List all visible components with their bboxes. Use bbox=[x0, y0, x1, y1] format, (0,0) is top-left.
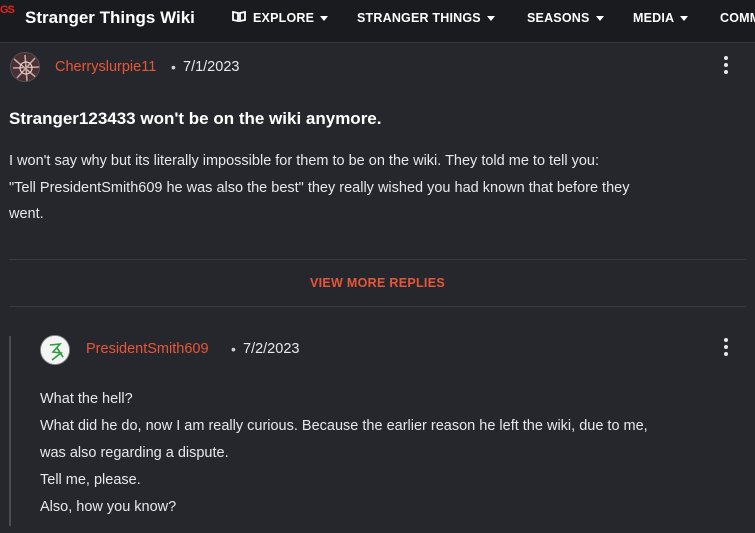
meta-separator: • bbox=[231, 341, 236, 357]
top-navigation-bar: GS Stranger Things Wiki EXPLORE STRANGER… bbox=[0, 0, 755, 43]
wiki-title[interactable]: Stranger Things Wiki bbox=[25, 8, 195, 28]
nav-explore-label: EXPLORE bbox=[253, 11, 315, 25]
nav-seasons-label: SEASONS bbox=[527, 11, 590, 25]
reply-body-line: was also regarding a dispute. bbox=[40, 445, 229, 461]
post-body-line: went. bbox=[9, 206, 44, 222]
post-date: 7/1/2023 bbox=[183, 59, 240, 75]
nav-community[interactable]: COMM bbox=[720, 11, 755, 25]
nav-stranger-things-label: STRANGER THINGS bbox=[357, 11, 481, 25]
reply-body-line: What did he do, now I am really curious.… bbox=[40, 418, 648, 434]
post-body-line: I won't say why but its literally imposs… bbox=[9, 153, 600, 169]
avatar-image bbox=[41, 336, 69, 364]
post-title: Stranger123433 won't be on the wiki anym… bbox=[9, 109, 382, 128]
reply-body-line: Also, how you know? bbox=[40, 499, 177, 515]
chevron-down-icon bbox=[320, 15, 329, 21]
reply-body-line: Tell me, please. bbox=[40, 472, 141, 488]
divider bbox=[9, 306, 746, 307]
chevron-down-icon bbox=[680, 15, 689, 21]
wiki-logo[interactable]: GS bbox=[0, 4, 15, 16]
post-author-link[interactable]: Cherryslurpie11 bbox=[55, 59, 156, 75]
nav-media[interactable]: MEDIA bbox=[633, 11, 689, 25]
reply-body-line: What the hell? bbox=[40, 391, 133, 407]
meta-separator: • bbox=[171, 59, 176, 75]
chevron-down-icon bbox=[486, 15, 495, 21]
nav-stranger-things[interactable]: STRANGER THINGS bbox=[357, 11, 495, 25]
avatar[interactable] bbox=[10, 52, 40, 82]
reply-thread-line bbox=[9, 336, 11, 526]
nav-community-label: COMM bbox=[720, 11, 755, 25]
post-body-line: "Tell PresidentSmith609 he was also the … bbox=[9, 180, 630, 196]
avatar-image bbox=[11, 53, 39, 81]
nav-explore[interactable]: EXPLORE bbox=[232, 10, 329, 25]
reply-date: 7/2/2023 bbox=[243, 341, 300, 357]
reply-author-link[interactable]: PresidentSmith609 bbox=[86, 341, 209, 357]
nav-media-label: MEDIA bbox=[633, 11, 675, 25]
avatar[interactable] bbox=[40, 335, 70, 365]
reply-more-options-icon[interactable] bbox=[724, 338, 730, 359]
book-icon bbox=[232, 10, 246, 25]
post-more-options-icon[interactable] bbox=[724, 56, 730, 77]
nav-seasons[interactable]: SEASONS bbox=[527, 11, 604, 25]
divider bbox=[9, 259, 746, 260]
chevron-down-icon bbox=[595, 15, 604, 21]
view-more-replies-button[interactable]: VIEW MORE REPLIES bbox=[0, 276, 755, 290]
